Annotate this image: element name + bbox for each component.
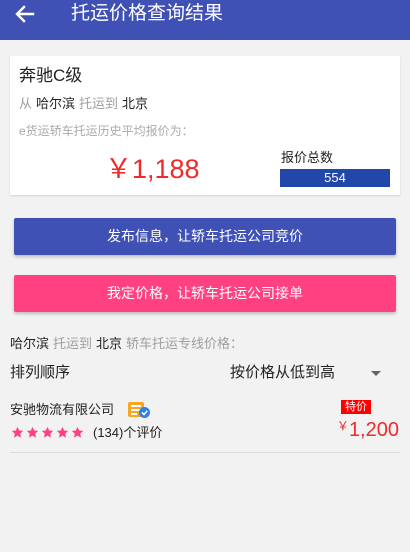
rating-stars (11, 426, 84, 440)
destination-city: 北京 (122, 96, 149, 111)
star-icon (26, 426, 39, 438)
star-icon (71, 426, 84, 438)
from-label: 从 (19, 96, 33, 111)
sort-label: 排列顺序 (10, 364, 71, 381)
average-price-value: 1,188 (132, 154, 200, 184)
dropdown-arrow-icon (371, 371, 381, 376)
special-price-badge: 特价 (341, 400, 371, 414)
average-price-note: e货运轿车托运历史平均报价为： (19, 124, 194, 138)
app-screen: 托运价格查询结果 奔驰C级 从哈尔滨 托运到 北京 e货运轿车托运历史平均报价为： … (0, 0, 410, 552)
list-item[interactable]: 安驰物流有限公司 (134)个评价 特价 ￥1,200 (10, 397, 400, 453)
review-count: (134)个评价 (93, 425, 163, 440)
set-price-button[interactable]: 我定价格，让轿车托运公司接单 (14, 275, 396, 312)
company-price: ￥1,200 (337, 418, 399, 442)
car-model: 奔驰C级 (19, 66, 83, 85)
total-quotes-count: 554 (280, 169, 390, 187)
app-header: 托运价格查询结果 (0, 0, 410, 40)
company-price-currency: ￥ (336, 419, 349, 433)
sort-order-select[interactable]: 按价格从低到高 (230, 360, 390, 386)
company-name: 安驰物流有限公司 (10, 402, 115, 417)
publish-info-button[interactable]: 发布信息，让轿车托运公司竞价 (14, 218, 396, 255)
star-icon (11, 426, 24, 438)
star-icon (56, 426, 69, 438)
heading-origin: 哈尔滨 (10, 336, 50, 351)
heading-to-label: 托运到 (53, 336, 93, 351)
sort-selected-value: 按价格从低到高 (230, 364, 336, 381)
page-title: 托运价格查询结果 (71, 3, 224, 24)
route-line: 从哈尔滨 托运到 北京 (19, 95, 152, 113)
certified-company-icon (128, 402, 150, 418)
origin-city: 哈尔滨 (36, 96, 76, 111)
average-price-currency: ￥ (105, 154, 132, 184)
to-label: 托运到 (79, 96, 119, 111)
price-summary-card: 奔驰C级 从哈尔滨 托运到 北京 e货运轿车托运历史平均报价为： ￥1,188 报价… (10, 56, 400, 195)
total-quotes-label: 报价总数 (281, 150, 334, 165)
back-button[interactable] (13, 3, 37, 25)
company-price-value: 1,200 (348, 419, 399, 441)
arrow-left-icon (15, 5, 35, 23)
heading-destination: 北京 (96, 336, 123, 351)
heading-suffix: 轿车托运专线价格： (126, 336, 244, 351)
average-price: ￥1,188 (105, 153, 200, 185)
route-heading: 哈尔滨 托运到 北京 轿车托运专线价格： (10, 335, 247, 353)
star-icon (41, 426, 54, 438)
